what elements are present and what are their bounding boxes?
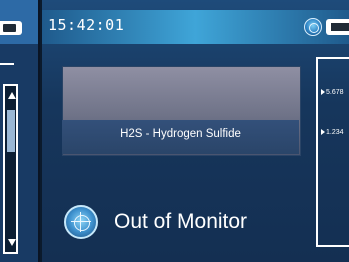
scale-tick: 5.678: [321, 89, 344, 96]
radar-icon[interactable]: [64, 205, 98, 239]
level-scale: 5.678 1.234: [316, 57, 349, 247]
battery-icon: [0, 21, 22, 35]
gas-name: H2S - Hydrogen Sulfide: [120, 128, 241, 140]
triangle-up-icon[interactable]: [8, 92, 16, 99]
radar-icon[interactable]: [304, 18, 322, 36]
arrow-right-icon: [321, 129, 325, 136]
scale-tick: 1.234: [321, 129, 344, 136]
monitor-status-label: Out of Monitor: [114, 210, 248, 233]
main-device-panel: 15:42:01 H2S - Hydrogen Sulfide Out of M…: [42, 0, 349, 262]
scrollbar[interactable]: [3, 84, 18, 254]
clock-time: 15:42:01: [48, 16, 125, 34]
battery-icon: [326, 19, 349, 35]
divider-line: [0, 63, 14, 65]
left-device-panel: [0, 0, 40, 262]
scrollbar-thumb[interactable]: [7, 110, 15, 152]
header-bar: 15:42:01: [42, 10, 349, 44]
triangle-down-icon[interactable]: [8, 239, 16, 246]
arrow-right-icon: [321, 89, 325, 96]
